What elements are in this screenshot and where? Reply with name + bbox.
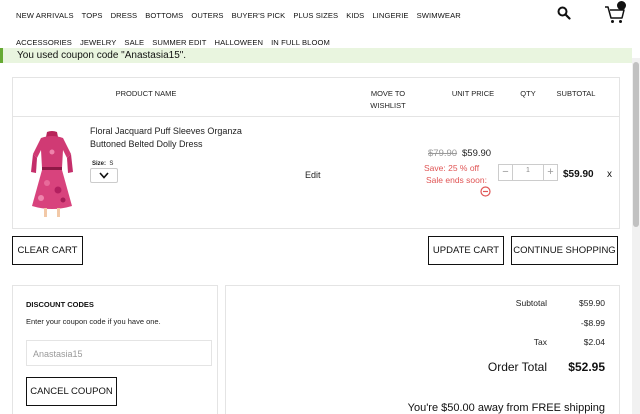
discount-title: DISCOUNT CODES	[26, 300, 94, 309]
nav-item-jewelry[interactable]: JEWELRY	[80, 38, 116, 47]
nav-item-outers[interactable]: OUTERS	[191, 11, 223, 20]
subtotal-value: $59.90	[579, 298, 605, 308]
header-move-to-wishlist: MOVE TO WISHLIST	[370, 89, 406, 110]
nav-item-accessories[interactable]: ACCESSORIES	[16, 38, 72, 47]
discount-percent-text: Save: 25 % off	[424, 163, 480, 173]
subtotal-label: Subtotal	[515, 298, 547, 308]
table-divider	[13, 116, 619, 117]
nav-item-sale[interactable]: SALE	[124, 38, 144, 47]
header-qty: QTY	[520, 89, 536, 98]
order-totals-panel: Subtotal $59.90 -$8.99 Tax $2.04 Order T…	[225, 285, 620, 414]
order-total-label: Order Total	[487, 360, 547, 374]
size-label-text: Size:	[92, 161, 107, 167]
nav-item-buyers-pick[interactable]: BUYER'S PICK	[232, 11, 286, 20]
nav-row-primary: NEW ARRIVALS TOPS DRESS BOTTOMS OUTERS B…	[16, 11, 461, 20]
item-subtotal: $59.90	[563, 169, 594, 180]
nav-item-tops[interactable]: TOPS	[82, 11, 103, 20]
discount-value: -$8.99	[580, 318, 605, 328]
edit-item-link[interactable]: Edit	[305, 170, 321, 180]
tax-value: $2.04	[583, 337, 605, 347]
tax-label: Tax	[533, 337, 547, 347]
notice-text: You used coupon code "Anastasia15".	[17, 50, 187, 61]
nav-item-new-arrivals[interactable]: NEW ARRIVALS	[16, 11, 74, 20]
discount-subtitle: Enter your coupon code if you have one.	[26, 317, 161, 326]
cancel-coupon-button[interactable]: CANCEL COUPON	[26, 377, 117, 406]
nav-item-in-full-bloom[interactable]: IN FULL BLOOM	[271, 38, 330, 47]
product-name-link[interactable]: Floral Jacquard Puff Sleeves Organza But…	[90, 125, 260, 151]
original-price: $79.90	[428, 148, 458, 159]
coupon-code-input[interactable]: Anastasia15	[26, 340, 212, 366]
nav-item-summer-edit[interactable]: SUMMER EDIT	[152, 38, 206, 47]
continue-shopping-button[interactable]: CONTINUE SHOPPING	[511, 236, 618, 265]
countdown-icon	[480, 186, 491, 197]
header-product-name: PRODUCT NAME	[115, 89, 177, 98]
size-label: Size: S	[92, 161, 113, 167]
free-shipping-message: You're $50.00 away from FREE shipping	[407, 402, 605, 414]
discount-codes-panel: DISCOUNT CODES Enter your coupon code if…	[12, 285, 218, 414]
qty-increase-button[interactable]: +	[543, 165, 557, 180]
header-subtotal: SUBTOTAL	[556, 89, 596, 98]
size-value: S	[109, 161, 114, 167]
qty-decrease-button[interactable]: −	[499, 165, 513, 180]
page-scrollbar-thumb[interactable]	[633, 62, 639, 227]
nav-item-plus-sizes[interactable]: PLUS SIZES	[293, 11, 338, 20]
quantity-stepper: − 1 +	[498, 164, 558, 181]
cart-table: PRODUCT NAME MOVE TO WISHLIST UNIT PRICE…	[12, 77, 620, 229]
update-cart-button[interactable]: UPDATE CART	[428, 236, 504, 265]
qty-input[interactable]: 1	[513, 167, 543, 174]
nav-item-lingerie[interactable]: LINGERIE	[372, 11, 408, 20]
sale-ends-text: Sale ends soon:	[426, 175, 487, 185]
nav-item-halloween[interactable]: HALLOWEEN	[215, 38, 264, 47]
size-dropdown[interactable]	[90, 168, 118, 183]
order-total-value: $52.95	[568, 360, 605, 374]
header-unit-price: UNIT PRICE	[451, 89, 495, 98]
chevron-down-icon	[99, 172, 109, 179]
nav-item-bottoms[interactable]: BOTTOMS	[145, 11, 183, 20]
remove-item-button[interactable]: x	[607, 169, 612, 180]
nav-item-swimwear[interactable]: SWIMWEAR	[417, 11, 461, 20]
nav-item-kids[interactable]: KIDS	[346, 11, 364, 20]
clear-cart-button[interactable]: CLEAR CART	[12, 236, 83, 265]
product-image[interactable]	[27, 128, 77, 218]
sale-price: $59.90	[462, 148, 492, 159]
nav-row-secondary: ACCESSORIES JEWELRY SALE SUMMER EDIT HAL…	[16, 38, 330, 47]
coupon-applied-notice: You used coupon code "Anastasia15".	[0, 48, 632, 63]
cart-count-badge	[617, 1, 626, 10]
nav-item-dress[interactable]: DRESS	[111, 11, 138, 20]
search-icon[interactable]	[557, 6, 571, 20]
